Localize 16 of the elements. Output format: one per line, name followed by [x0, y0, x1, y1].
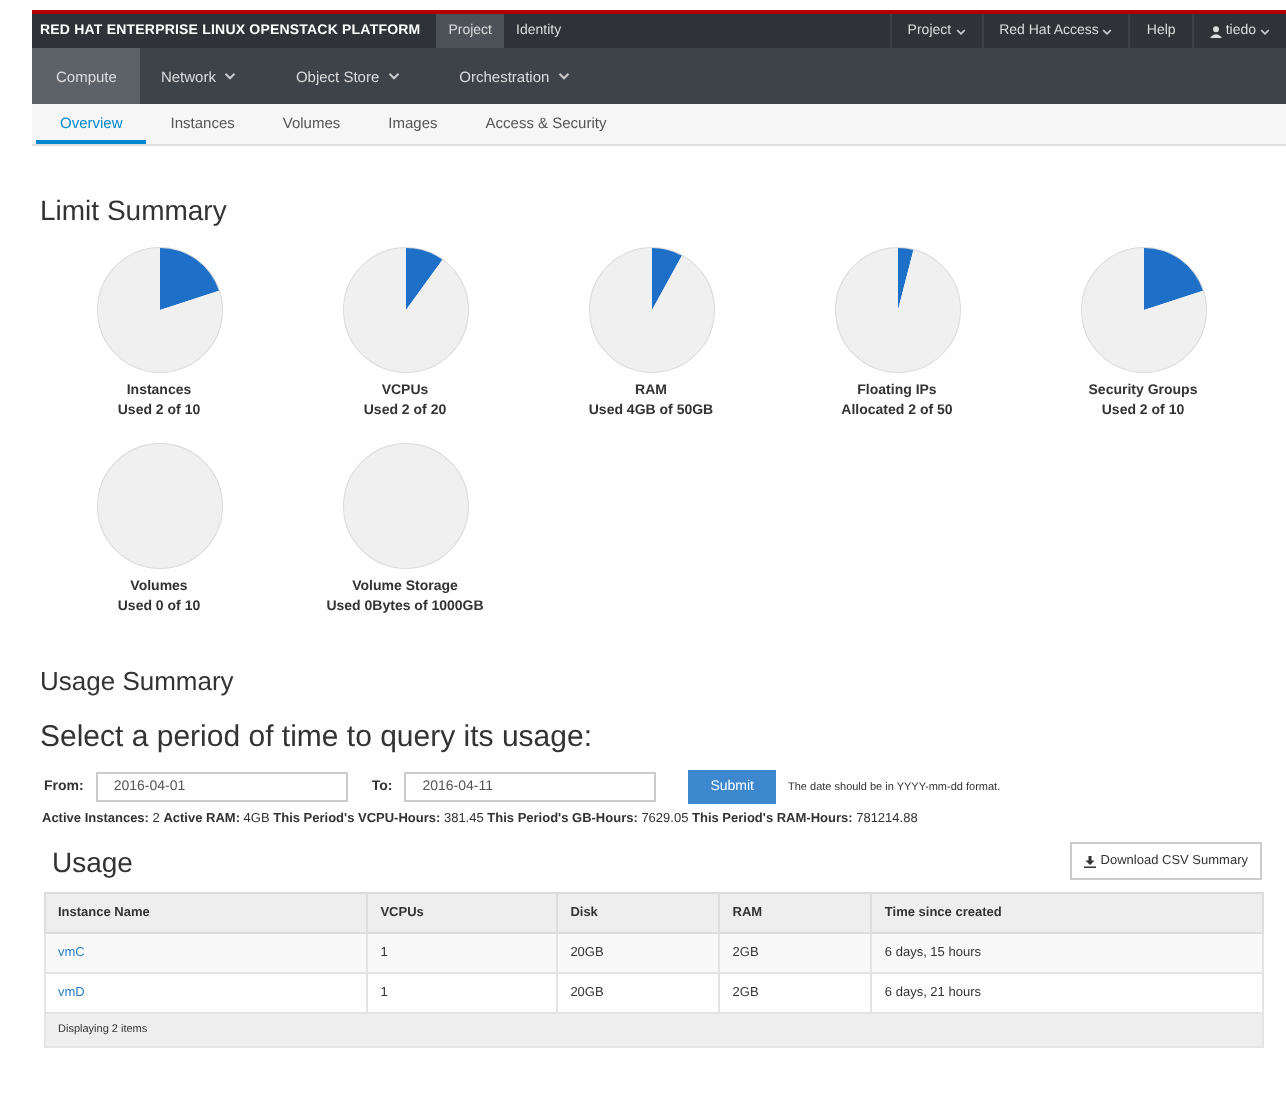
usage-pie-chart [341, 246, 469, 374]
caret-icon [1102, 27, 1113, 35]
usage-pie-chart [341, 442, 469, 570]
period-heading: Select a period of time to query its usage: [40, 720, 594, 754]
usage-title: Usage [52, 845, 133, 877]
usage-pie-chart [95, 246, 223, 374]
section-title: Usage Summary [40, 666, 236, 696]
section-title: Limit Summary [40, 194, 229, 226]
download-icon [1084, 855, 1097, 867]
usage-pie-chart [95, 442, 223, 570]
caret-icon [1260, 27, 1270, 35]
usage-pie-chart [833, 246, 961, 374]
user-icon [1209, 25, 1222, 37]
usage-pie-chart [587, 246, 715, 374]
caret-icon [955, 27, 966, 35]
usage-pie-chart [1079, 246, 1207, 374]
